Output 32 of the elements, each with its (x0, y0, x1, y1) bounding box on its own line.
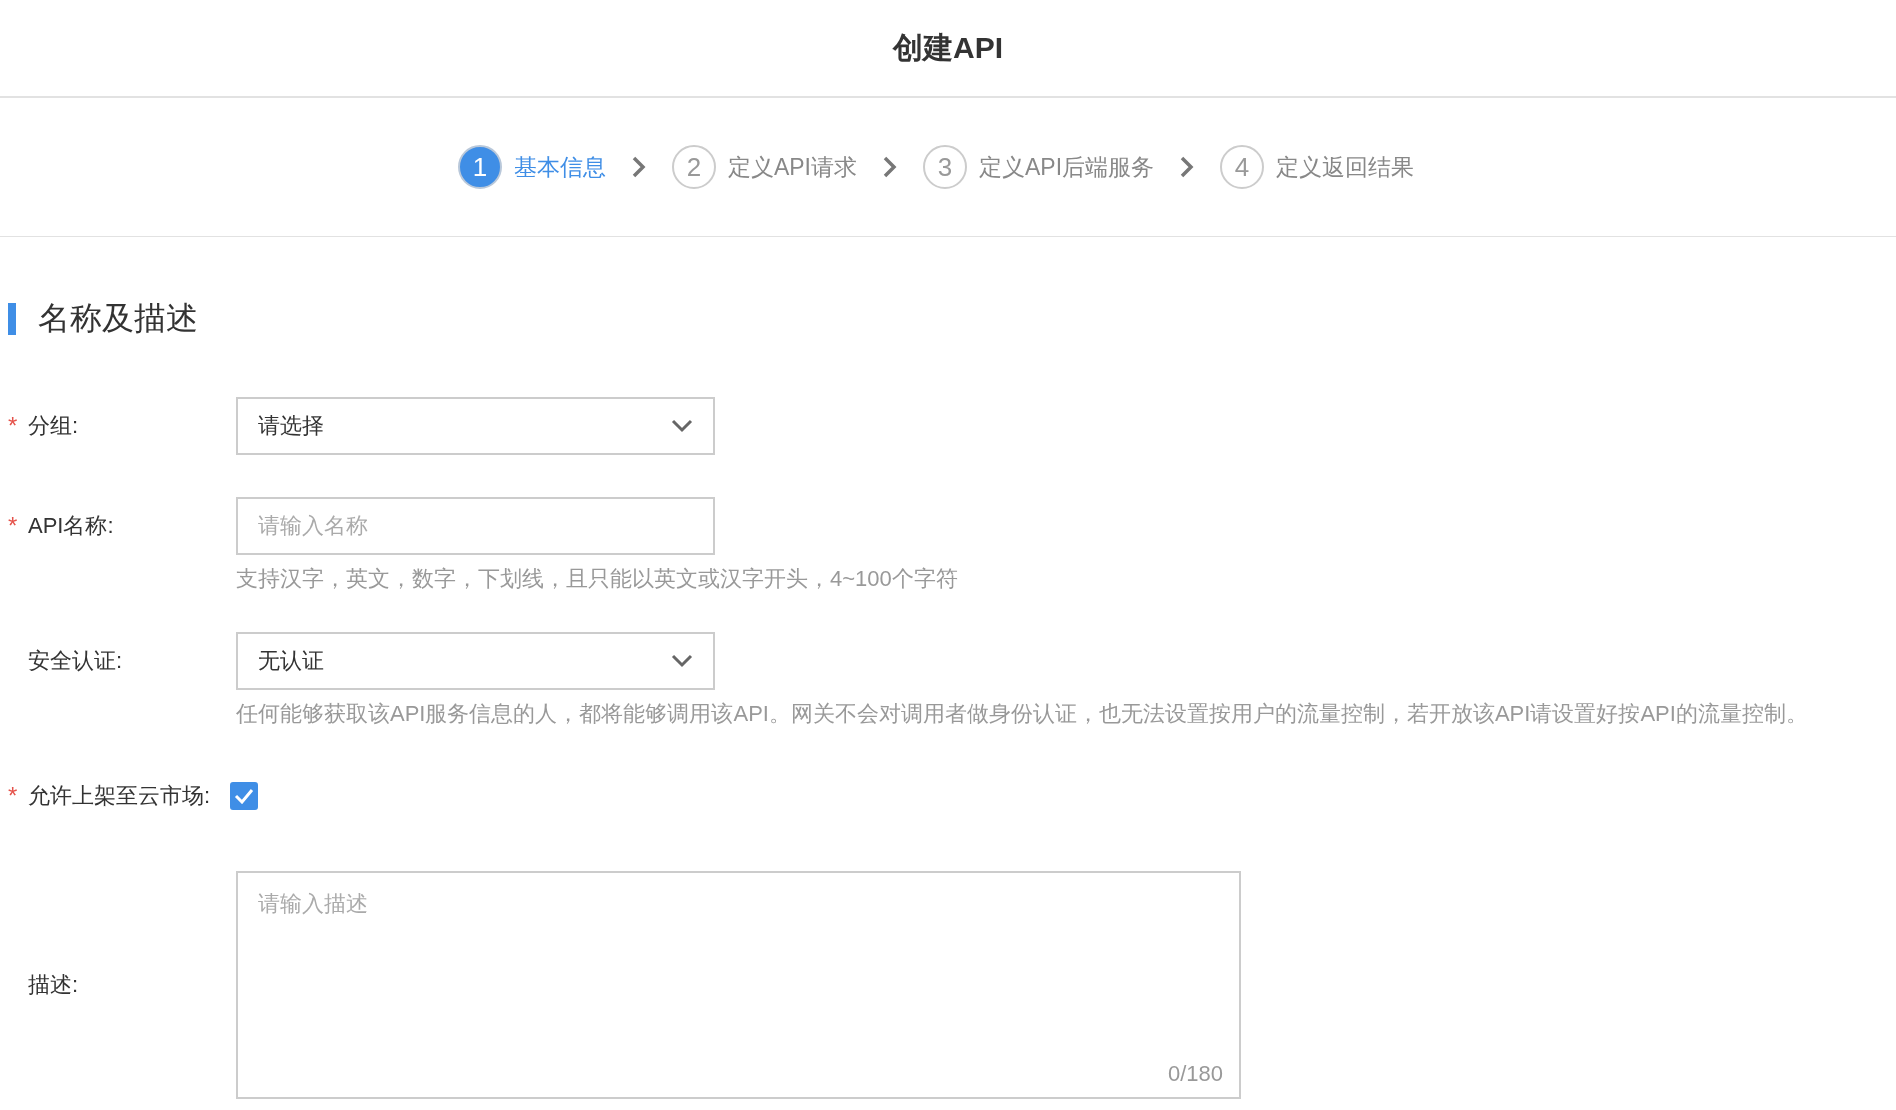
required-mark: * (8, 782, 19, 811)
chevron-right-icon (1180, 156, 1195, 178)
step-label[interactable]: 定义API后端服务 (979, 151, 1155, 183)
checkbox[interactable] (230, 782, 258, 811)
field-hint: 任何能够获取该API服务信息的人，都将能够调用该API。网关不会对调用者做身份认证，也无法设置按用户的流量控制，若开放该API请设置好按API的流量控制。 (236, 702, 1809, 726)
step-label[interactable]: 定义API请求 (727, 151, 857, 183)
chevron-right-icon (883, 156, 897, 178)
section-marker (8, 303, 16, 335)
section-title: 名称及描述 (38, 299, 198, 338)
chevron-down-icon (671, 419, 693, 433)
character-counter: 0/180 (1167, 1061, 1223, 1088)
input-field[interactable]: 请输入名称 (236, 497, 715, 555)
field-label: 安全认证: (28, 647, 123, 676)
required-mark: * (8, 512, 19, 540)
field-label: API名称: (28, 512, 114, 540)
step-label[interactable]: 基本信息 (513, 151, 606, 183)
step-label[interactable]: 定义返回结果 (1276, 151, 1415, 183)
select-field[interactable]: 无认证 (236, 632, 715, 691)
select-field[interactable]: 请选择 (236, 397, 715, 455)
field-label: 允许上架至云市场: (28, 782, 211, 811)
field-hint: 支持汉字，英文，数字，下划线，且只能以英文或汉字开头，4~100个字符 (236, 567, 959, 591)
checkmark-icon (234, 788, 254, 805)
step-number: 2 (671, 145, 716, 189)
step-number: 1 (457, 145, 502, 189)
step-number: 4 (1220, 145, 1265, 189)
page-title: 创建API (893, 29, 1003, 66)
step-number: 3 (923, 145, 967, 189)
field-label: 描述: (28, 971, 79, 1000)
chevron-right-icon (631, 156, 646, 178)
chevron-down-icon (671, 654, 693, 669)
field-label: 分组: (28, 412, 79, 440)
required-mark: * (8, 412, 19, 440)
